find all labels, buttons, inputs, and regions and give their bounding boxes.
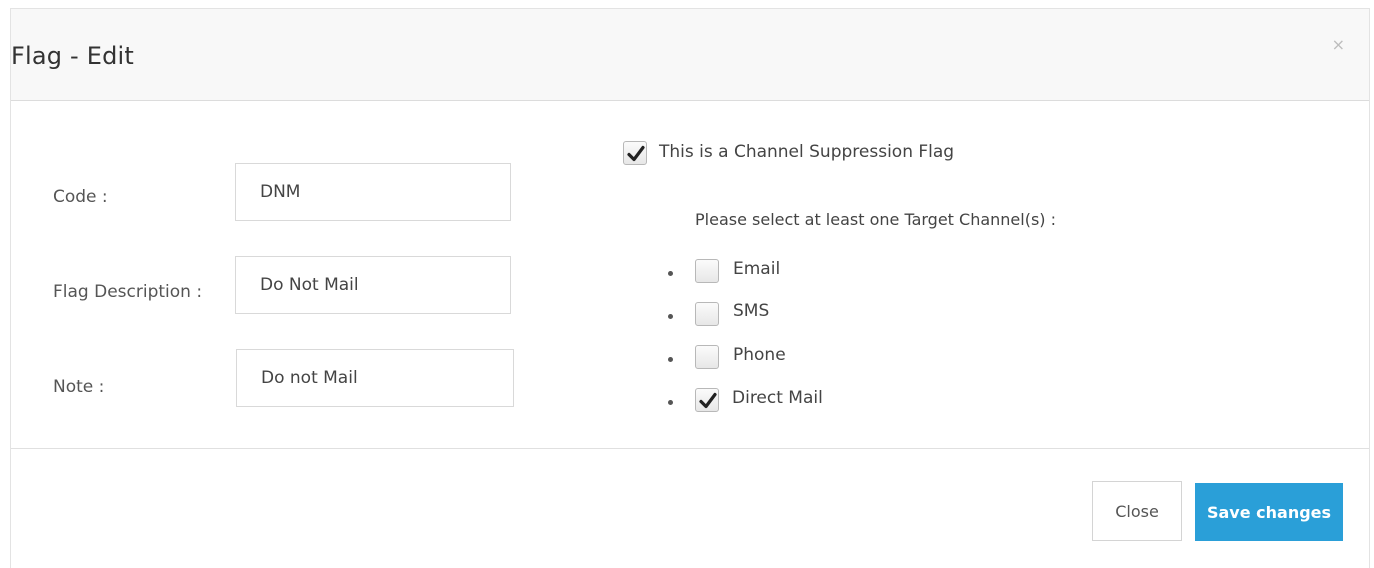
flag-edit-modal: Flag - Edit × Code : Flag Description : … xyxy=(10,8,1370,568)
target-channel-prompt: Please select at least one Target Channe… xyxy=(695,210,1057,229)
close-icon[interactable]: × xyxy=(1332,35,1345,54)
modal-body: Code : Flag Description : Note : This is… xyxy=(11,101,1369,449)
phone-checkbox[interactable] xyxy=(695,345,719,369)
email-checkbox[interactable] xyxy=(695,259,719,283)
save-changes-button[interactable]: Save changes xyxy=(1195,483,1343,541)
close-button[interactable]: Close xyxy=(1092,481,1182,541)
code-label: Code : xyxy=(53,187,108,207)
checkmark-icon xyxy=(699,392,717,409)
email-label: Email xyxy=(733,259,781,279)
phone-label: Phone xyxy=(733,345,786,365)
list-bullet xyxy=(668,271,673,276)
flag-description-input[interactable] xyxy=(235,256,511,314)
modal-header: Flag - Edit × xyxy=(11,9,1369,101)
list-bullet xyxy=(668,357,673,362)
modal-title: Flag - Edit xyxy=(11,42,135,70)
note-label: Note : xyxy=(53,377,105,397)
channel-suppression-label: This is a Channel Suppression Flag xyxy=(659,142,955,162)
sms-label: SMS xyxy=(733,301,770,321)
channel-suppression-checkbox[interactable] xyxy=(623,141,647,165)
list-bullet xyxy=(668,314,673,319)
flag-description-label: Flag Description : xyxy=(53,282,203,302)
sms-checkbox[interactable] xyxy=(695,302,719,326)
direct-mail-label: Direct Mail xyxy=(732,388,823,408)
checkmark-icon xyxy=(627,145,645,162)
direct-mail-checkbox[interactable] xyxy=(695,388,719,412)
list-bullet xyxy=(668,400,673,405)
note-input[interactable] xyxy=(236,349,514,407)
code-input[interactable] xyxy=(235,163,511,221)
